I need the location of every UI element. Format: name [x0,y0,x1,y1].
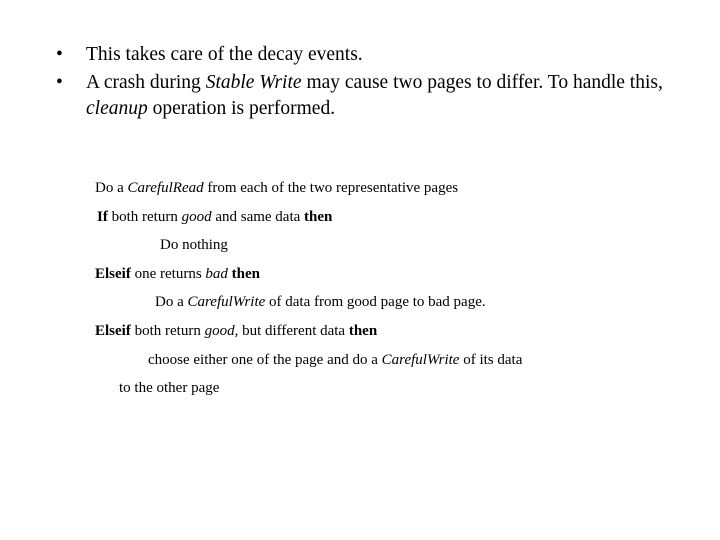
bullet-2-text-0: A crash during [86,71,206,93]
code-8-text-0: to the other page [119,380,220,397]
code-4-bold-4: then [231,265,260,282]
code-2-text-1: both return [107,208,182,225]
code-1-text-2: from each of the two representative page… [203,180,459,196]
pseudocode-line-1: Do a CarefulRead from each of the two re… [0,174,720,203]
code-6-bold-0: Elseif [95,322,131,339]
code-7-text-2: of its data [459,351,523,368]
code-1-text-0: Do a [95,180,128,196]
code-6-text-1: both return [130,322,205,339]
pseudocode-block: Do a CarefulRead from each of the two re… [0,174,720,403]
code-4-bold-0: Elseif [95,265,131,282]
code-6-text-3: , but different data [234,322,349,339]
bullet-item-1: • This takes care of the decay events. [50,42,670,69]
code-4-italic-2: bad [205,265,228,282]
bullet-2-text-4: operation is performed. [147,98,336,119]
bullet-2-italic-1: Stable Write [205,71,302,93]
pseudocode-line-4: Elseif one returns bad then [0,260,720,289]
code-2-italic-2: good [181,208,212,225]
code-1-italic-1: CarefulRead [127,180,204,196]
bullet-point-icon: • [56,71,63,93]
pseudocode-line-2: If both return good and same data then [0,203,720,232]
presentation-slide: • This takes care of the decay events. • A … [0,0,720,540]
bullet-2-italic-3: cleanup [86,98,148,119]
code-5-text-2: of data from good page to bad page. [265,294,486,311]
code-3-text-0: Do nothing [160,237,228,254]
bullet-item-2-label: A crash during Stable Write may cause tw… [86,70,670,123]
pseudocode-line-5: Do a CarefulWrite of data from good page… [0,288,720,317]
bullet-item-1-label: This takes care of the decay events. [86,42,670,69]
bullet-list: • This takes care of the decay events. • A … [50,42,670,124]
pseudocode-line-6: Elseif both return good, but different d… [0,317,720,346]
code-2-bold-4: then [304,208,333,225]
bullet-2-text-2: may cause two pages to differ. To handle… [301,71,663,93]
code-6-italic-2: good [204,322,235,339]
code-2-bold-0: If [97,208,108,225]
bullet-item-2: • A crash during Stable Write may cause t… [50,70,670,123]
bullet-point-icon: • [56,44,63,65]
code-7-italic-1: CarefulWrite [381,351,460,368]
pseudocode-line-7: choose either one of the page and do a C… [0,346,720,375]
code-5-text-0: Do a [155,294,188,311]
pseudocode-line-3: Do nothing [0,231,720,260]
code-5-italic-1: CarefulWrite [187,294,266,311]
code-4-text-1: one returns [130,265,206,282]
bullet-1-text-0: This takes care of the decay events. [86,44,363,65]
code-6-bold-4: then [348,322,378,339]
pseudocode-line-8: to the other page [0,374,720,403]
code-7-text-0: choose either one of the page and do a [148,351,382,368]
code-2-text-3: and same data [211,208,305,225]
